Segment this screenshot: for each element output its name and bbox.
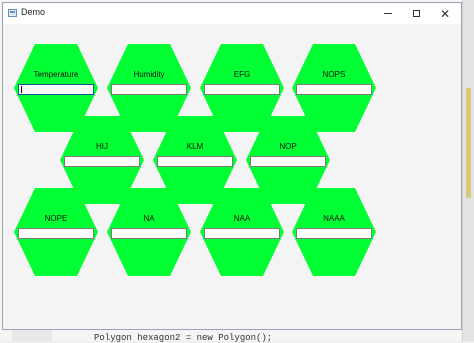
scroll-marker	[466, 88, 471, 198]
hexagon-label: Humidity	[133, 70, 165, 79]
humidity-input[interactable]	[111, 84, 187, 95]
efg-input[interactable]	[204, 84, 280, 95]
window-icon	[8, 9, 17, 17]
hexagon-label: KLM	[186, 142, 204, 151]
nope-input[interactable]	[18, 228, 94, 239]
code-line: Polygon hexagon2 = new Polygon();	[94, 333, 273, 343]
naaa-input[interactable]	[296, 228, 372, 239]
hexagon-label: Temperature	[33, 70, 79, 79]
hexagon-label: NAAA	[323, 214, 345, 223]
hexagon-label: NOPS	[322, 70, 346, 79]
temperature-input[interactable]	[18, 84, 94, 95]
hexagon-panel: Temperature Humidity EFG NOPS HIJ KLM NO…	[3, 24, 461, 329]
title-bar[interactable]: Demo ✕	[3, 3, 461, 25]
klm-input[interactable]	[157, 156, 233, 167]
na-input[interactable]	[111, 228, 187, 239]
minimize-button[interactable]	[374, 3, 402, 24]
hij-input[interactable]	[64, 156, 140, 167]
maximize-button[interactable]	[402, 3, 430, 24]
close-button[interactable]: ✕	[431, 3, 459, 24]
maximize-icon	[412, 10, 420, 17]
hexagon-label: NA	[143, 214, 155, 223]
minimize-icon	[384, 13, 392, 14]
nop-input[interactable]	[250, 156, 326, 167]
editor-scrollbar[interactable]	[462, 0, 474, 341]
hexagon-label: HIJ	[96, 142, 108, 151]
window-title: Demo	[21, 7, 46, 17]
close-icon: ✕	[439, 6, 451, 21]
nops-input[interactable]	[296, 84, 372, 95]
naa-input[interactable]	[204, 228, 280, 239]
demo-window: Demo ✕ Temperature Humidity EFG NOPS HIJ…	[2, 2, 462, 330]
hexagon-label: NOPE	[44, 214, 68, 223]
hexagon-label: EFG	[233, 70, 251, 79]
hexagon-label: NAA	[233, 214, 251, 223]
hexagon-label: NOP	[279, 142, 297, 151]
text-caret	[21, 86, 22, 93]
